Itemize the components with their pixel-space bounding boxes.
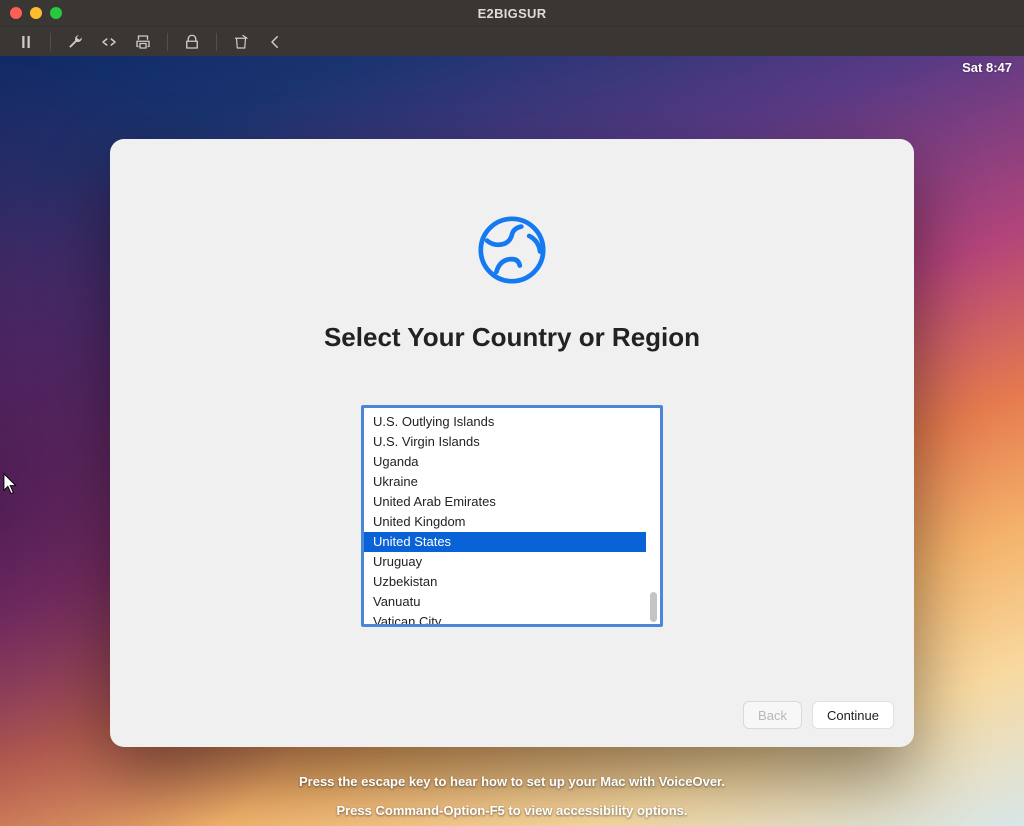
printer-icon[interactable] — [133, 32, 153, 52]
country-option[interactable]: Uganda — [364, 452, 646, 472]
traffic-lights — [10, 7, 62, 19]
continue-button[interactable]: Continue — [812, 701, 894, 729]
setup-heading: Select Your Country or Region — [324, 322, 700, 353]
country-listbox[interactable]: TuvaluU.S. Outlying IslandsU.S. Virgin I… — [361, 405, 663, 627]
globe-icon — [473, 211, 551, 294]
country-option[interactable]: Vatican City — [364, 612, 646, 627]
mouse-cursor — [3, 473, 19, 495]
pause-icon[interactable] — [16, 32, 36, 52]
minimize-window-button[interactable] — [30, 7, 42, 19]
back-button: Back — [743, 701, 802, 729]
country-option[interactable]: Uruguay — [364, 552, 646, 572]
wrench-icon[interactable] — [65, 32, 85, 52]
lock-icon[interactable] — [182, 32, 202, 52]
country-option[interactable]: United States — [364, 532, 646, 552]
menubar-clock: Sat 8:47 — [962, 60, 1012, 75]
country-option[interactable]: Tuvalu — [364, 405, 646, 412]
scrollbar-thumb[interactable] — [650, 592, 657, 622]
trash-icon[interactable] — [231, 32, 251, 52]
country-option[interactable]: Vanuatu — [364, 592, 646, 612]
country-option[interactable]: Uzbekistan — [364, 572, 646, 592]
setup-assistant-card: Select Your Country or Region TuvaluU.S.… — [110, 139, 914, 747]
hint-accessibility: Press Command-Option-F5 to view accessib… — [0, 803, 1024, 818]
toolbar-separator — [216, 33, 217, 51]
country-option[interactable]: United Kingdom — [364, 512, 646, 532]
card-footer: Back Continue — [743, 701, 894, 729]
country-option[interactable]: United Arab Emirates — [364, 492, 646, 512]
window-title: E2BIGSUR — [0, 6, 1024, 21]
guest-desktop: Sat 8:47 Select Your Country or Region T… — [0, 56, 1024, 826]
vm-toolbar — [0, 26, 1024, 56]
zoom-window-button[interactable] — [50, 7, 62, 19]
toolbar-separator — [167, 33, 168, 51]
country-option[interactable]: Ukraine — [364, 472, 646, 492]
close-window-button[interactable] — [10, 7, 22, 19]
chevron-left-icon[interactable] — [265, 32, 285, 52]
hint-voiceover: Press the escape key to hear how to set … — [0, 774, 1024, 789]
vm-titlebar: E2BIGSUR — [0, 0, 1024, 26]
toolbar-separator — [50, 33, 51, 51]
country-option[interactable]: U.S. Outlying Islands — [364, 412, 646, 432]
accessibility-hints: Press the escape key to hear how to set … — [0, 774, 1024, 818]
code-icon[interactable] — [99, 32, 119, 52]
country-option[interactable]: U.S. Virgin Islands — [364, 432, 646, 452]
